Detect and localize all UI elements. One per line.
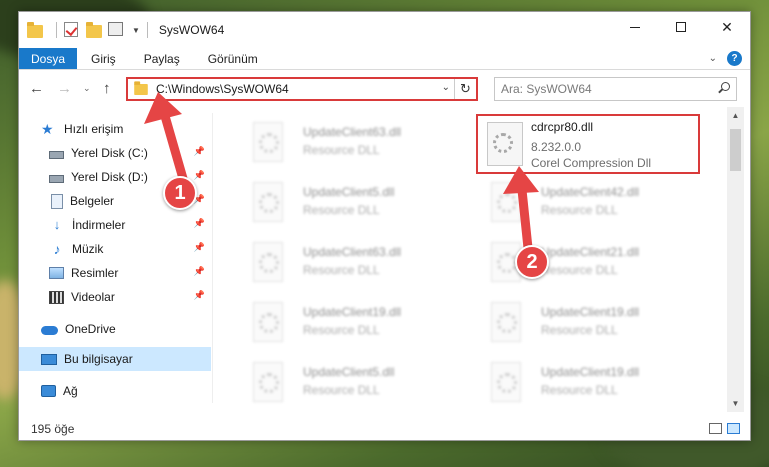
annotation-overlay	[144, 92, 539, 253]
step-badge-1: 1	[163, 176, 197, 210]
step-badge-2: 2	[515, 245, 549, 279]
annotation-arrow-2	[503, 166, 539, 253]
annotation-arrow-1	[144, 92, 189, 187]
